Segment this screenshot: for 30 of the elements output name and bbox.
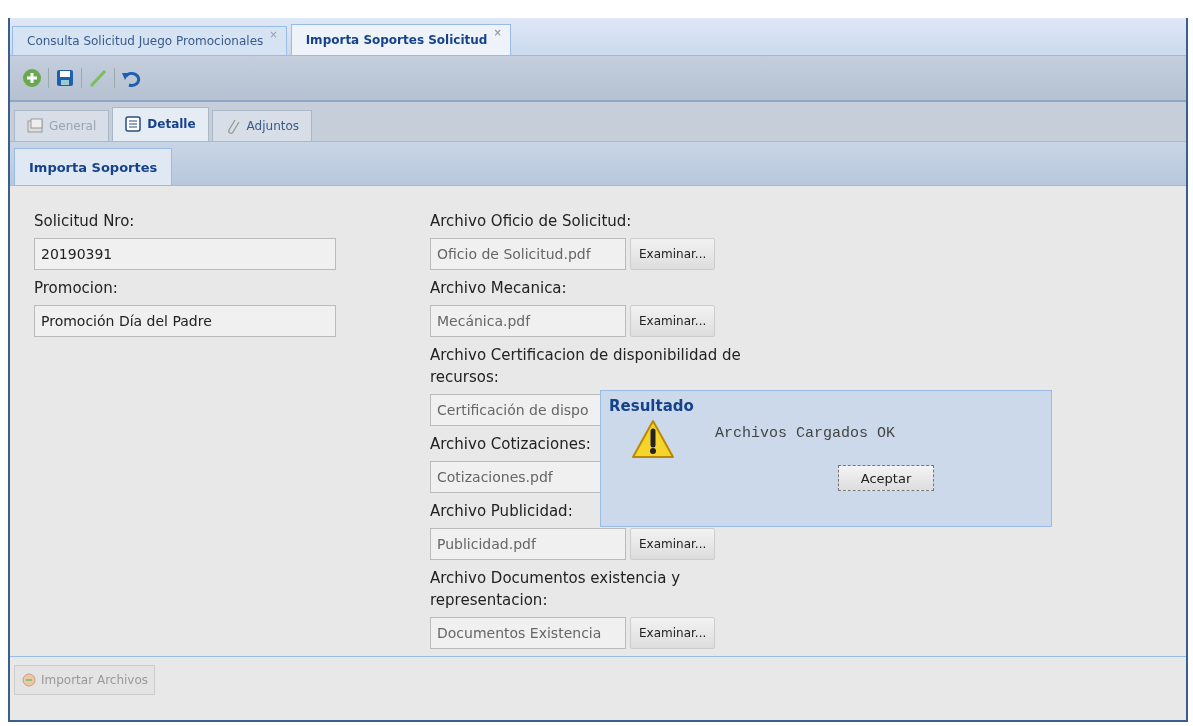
document-icon — [125, 116, 142, 133]
text-field[interactable]: 20190391 — [34, 238, 336, 270]
tab[interactable]: Adjuntos — [211, 109, 313, 141]
field-label: Archivo Certificacion de disponibilidad de recursos: — [430, 345, 742, 388]
file-field[interactable]: Documentos Existencia — [430, 617, 626, 649]
dialog-message: Archivos Cargados OK — [715, 425, 896, 444]
field-label: Solicitud Nro: — [34, 211, 136, 232]
text-field[interactable]: Promoción Día del Padre — [34, 305, 336, 337]
browse-button[interactable]: Examinar... — [630, 617, 716, 649]
tab[interactable]: Consulta Solicitud Juego Promocionales × — [12, 26, 287, 56]
file-field[interactable]: Publicidad.pdf — [430, 528, 626, 560]
tab[interactable]: Importa Soportes — [14, 148, 173, 185]
tab[interactable]: Importa Soportes Solicitud × — [290, 24, 511, 56]
field-label: Archivo Mecanica: — [430, 278, 567, 299]
browse-button[interactable]: Examinar... — [630, 528, 716, 560]
tab[interactable]: Detalle — [112, 106, 209, 141]
field-label: Archivo Oficio de Solicitud: — [430, 211, 632, 232]
accept-button[interactable]: Aceptar — [837, 465, 935, 491]
add-icon[interactable] — [22, 67, 42, 88]
save-icon[interactable] — [55, 67, 75, 88]
field-label: Archivo Publicidad: — [430, 501, 573, 522]
file-field[interactable]: Mecánica.pdf — [430, 305, 626, 337]
warning-icon — [631, 419, 675, 459]
browse-button[interactable]: Examinar... — [630, 305, 716, 337]
field-label: Archivo Documentos existencia y representacion: — [430, 568, 681, 611]
field-label: Promocion: — [34, 278, 119, 299]
browse-button[interactable]: Examinar... — [630, 238, 716, 270]
window-icon — [27, 117, 43, 134]
field-label: Archivo Cotizaciones: — [430, 434, 591, 455]
file-field[interactable]: Oficio de Solicitud.pdf — [430, 238, 626, 270]
